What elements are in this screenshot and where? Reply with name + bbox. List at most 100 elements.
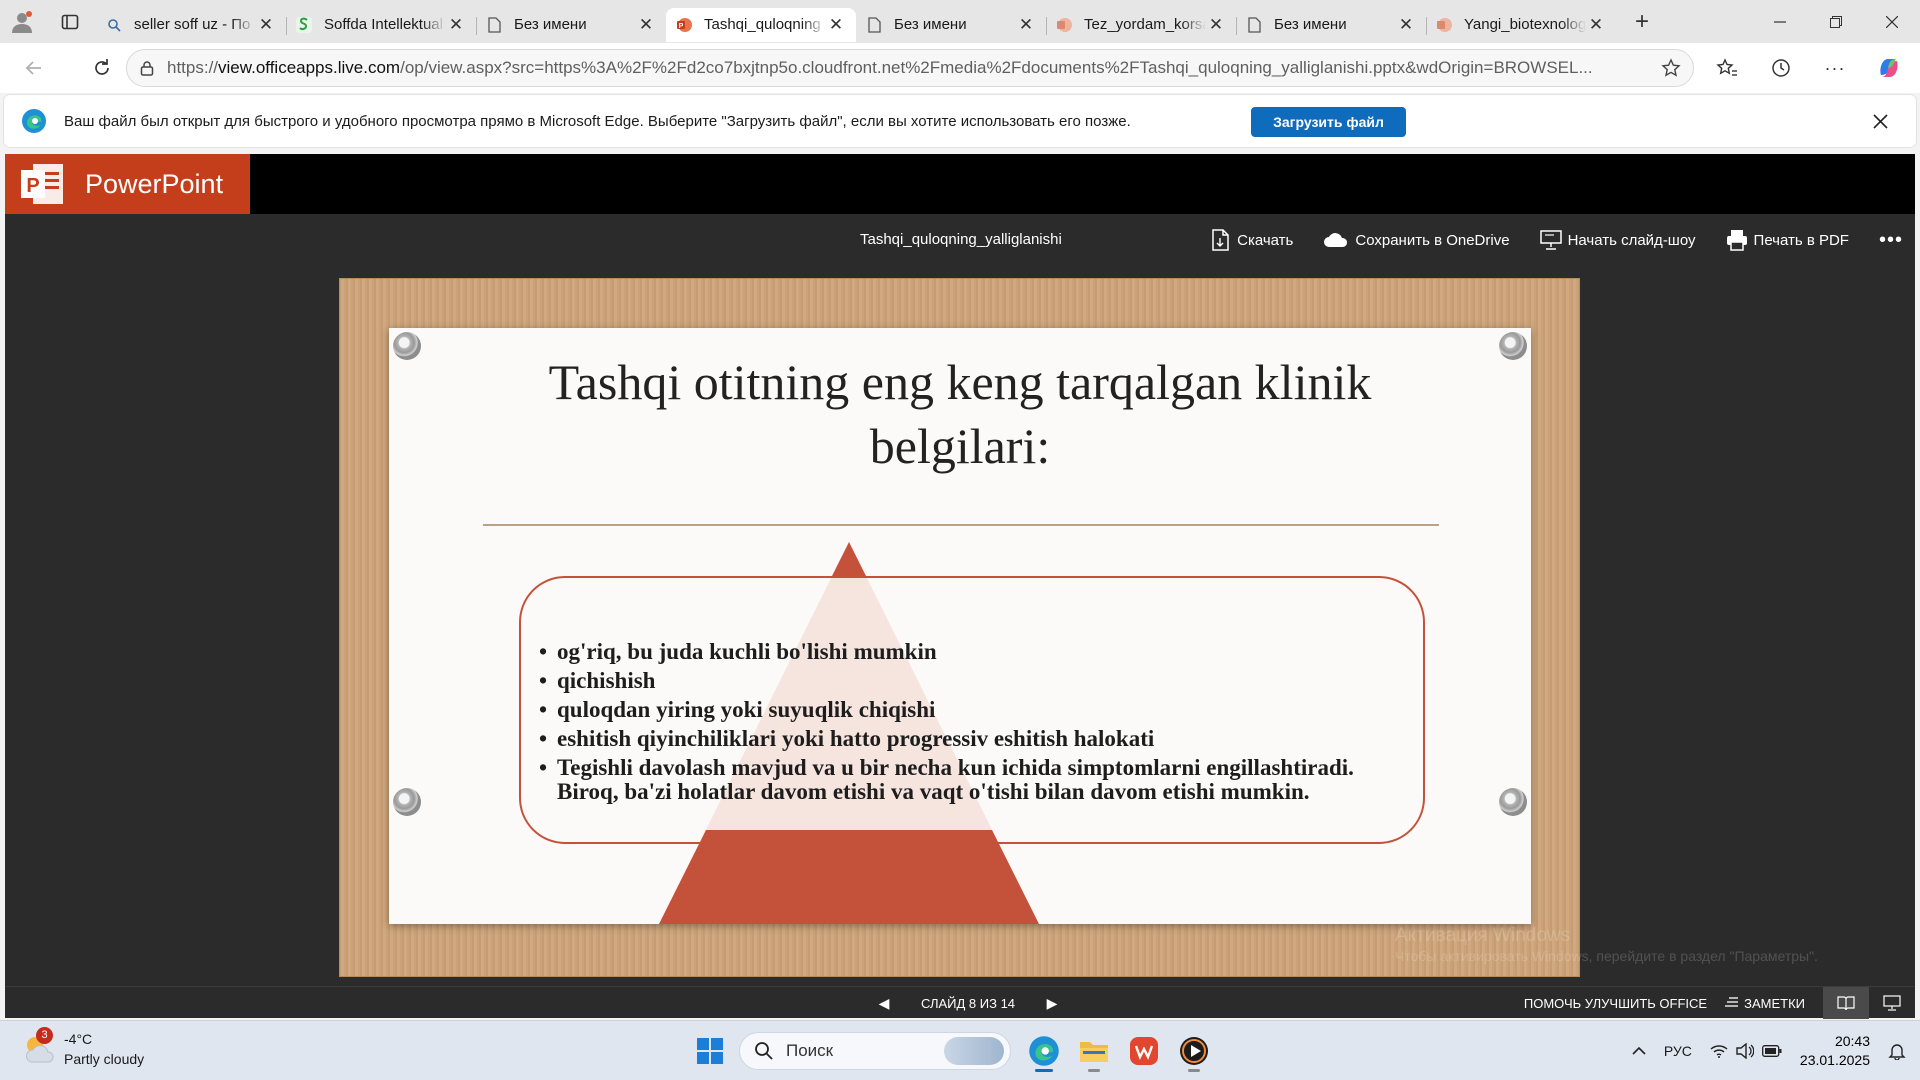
close-tab-icon[interactable]: ✕: [1016, 15, 1036, 35]
taskbar-media-player[interactable]: [1169, 1029, 1219, 1073]
show-hidden-icons-chevron[interactable]: [1632, 1046, 1646, 1056]
clock-time: 20:43: [1834, 1033, 1870, 1049]
browser-tab[interactable]: Yangi_biotexnolog ✕: [1426, 8, 1616, 42]
reading-view-button[interactable]: [1823, 987, 1869, 1019]
download-action[interactable]: Скачать: [1211, 229, 1293, 251]
input-language[interactable]: РУС: [1664, 1043, 1692, 1059]
weather-widget[interactable]: 3 -4°C Partly cloudy: [22, 1027, 145, 1069]
bullet-item: quloqdan yiring yoki suyuqlik chiqishi: [539, 698, 1419, 723]
more-options-icon[interactable]: •••: [1879, 229, 1903, 252]
minimize-icon: [1774, 20, 1786, 23]
temperature: -4°C: [64, 1031, 93, 1047]
document-title: Tashqi_quloqning_yalliglanishi: [860, 231, 1062, 248]
search-icon: [106, 17, 122, 33]
close-tab-icon[interactable]: ✕: [446, 15, 466, 35]
notes-label: ЗАМЕТКИ: [1744, 995, 1805, 1011]
more-dots-icon: ···: [1824, 57, 1846, 78]
close-infobar-button[interactable]: [1866, 107, 1894, 135]
close-tab-icon[interactable]: ✕: [1586, 15, 1606, 35]
favorites-button[interactable]: [1700, 48, 1754, 88]
app-name: PowerPoint: [85, 168, 224, 199]
url-path: /op/view.aspx?src=https%3A%2F%2Fd2co7bxj…: [400, 58, 1593, 77]
browser-tab[interactable]: Без имени ✕: [476, 8, 666, 42]
history-button[interactable]: [1754, 48, 1808, 88]
browser-tab[interactable]: Soffda Intellektual ✕: [286, 8, 476, 42]
watermark-title: Активация Windows: [1395, 925, 1571, 946]
volume-icon[interactable]: [1736, 1043, 1754, 1059]
ppt-brand[interactable]: P PowerPoint: [5, 154, 250, 214]
download-document-icon: [1212, 229, 1229, 251]
help-improve-office-link[interactable]: ПОМОЧЬ УЛУЧШИТЬ OFFICE: [1524, 996, 1707, 1011]
copilot-button[interactable]: [1862, 48, 1916, 88]
minimize-button[interactable]: [1752, 0, 1808, 43]
browser-tab-strip: seller soff uz - По ✕ Soffda Intellektua…: [0, 0, 1920, 43]
close-tab-icon[interactable]: ✕: [256, 15, 276, 35]
taskbar-edge[interactable]: [1019, 1029, 1069, 1073]
tab-title: Без имени: [1274, 16, 1347, 33]
close-tab-icon[interactable]: ✕: [826, 15, 846, 35]
close-icon: [1886, 15, 1898, 28]
tab-title: Tez_yordam_korsa: [1084, 16, 1206, 33]
next-slide-icon[interactable]: ▶: [1039, 995, 1065, 1012]
copilot-icon: [1880, 59, 1898, 77]
lock-icon[interactable]: [127, 60, 167, 76]
download-file-button[interactable]: Загрузить файл: [1251, 107, 1406, 137]
close-window-button[interactable]: [1864, 0, 1920, 43]
search-icon: [755, 1042, 773, 1060]
battery-icon[interactable]: [1761, 1045, 1782, 1057]
plus-icon: +: [1634, 7, 1649, 35]
clock[interactable]: 20:43 23.01.2025: [1800, 1032, 1870, 1070]
close-tab-icon[interactable]: ✕: [636, 15, 656, 35]
favorite-star-icon[interactable]: [1649, 58, 1693, 78]
onedrive-cloud-icon: [1324, 233, 1348, 247]
wifi-icon[interactable]: [1710, 1044, 1728, 1058]
taskbar-search[interactable]: Поиск: [739, 1032, 1011, 1070]
ppt-status-bar: ◀ СЛАЙД 8 ИЗ 14 ▶ ПОМОЧЬ УЛУЧШИТЬ OFFICE…: [5, 986, 1915, 1019]
pushpin-icon: [393, 788, 421, 816]
previous-slide-icon[interactable]: ◀: [871, 995, 897, 1012]
taskbar-wps-office[interactable]: [1119, 1029, 1169, 1073]
address-bar[interactable]: https://view.officeapps.live.com/op/view…: [126, 49, 1694, 87]
weather-description: Partly cloudy: [64, 1051, 145, 1067]
notifications-bell-icon[interactable]: [1888, 1042, 1906, 1060]
back-button[interactable]: [12, 48, 56, 88]
windows-taskbar: 3 -4°C Partly cloudy Поиск РУС 20:43 23.…: [0, 1020, 1920, 1080]
start-slideshow-action[interactable]: Начать слайд-шоу: [1539, 229, 1696, 251]
tab-actions-button[interactable]: [44, 0, 96, 43]
blank-page-icon: [486, 16, 502, 33]
slide-canvas: Tashqi otitning eng keng tarqalgan klini…: [339, 278, 1580, 977]
restore-button[interactable]: [1808, 0, 1864, 43]
onedrive-label: Сохранить в OneDrive: [1355, 231, 1510, 249]
browser-tab[interactable]: seller soff uz - По ✕: [96, 8, 286, 42]
new-tab-button[interactable]: +: [1616, 0, 1668, 43]
refresh-button[interactable]: [80, 48, 124, 88]
slide-navigation: ◀ СЛАЙД 8 ИЗ 14 ▶: [871, 987, 1065, 1019]
profile-button[interactable]: [0, 0, 44, 43]
print-pdf-action[interactable]: Печать в PDF: [1726, 229, 1849, 251]
taskbar-apps: Поиск: [685, 1029, 1219, 1073]
bullet-item: eshitish qiyinchiliklari yoki hatto prog…: [539, 727, 1419, 752]
close-tab-icon[interactable]: ✕: [1396, 15, 1416, 35]
folder-icon: [1080, 1042, 1108, 1062]
save-to-onedrive-action[interactable]: Сохранить в OneDrive: [1323, 231, 1510, 249]
wps-office-icon: [1130, 1037, 1158, 1065]
browser-tab[interactable]: Без имени ✕: [856, 8, 1046, 42]
notes-button[interactable]: ЗАМЕТКИ: [1725, 996, 1805, 1011]
start-button[interactable]: [685, 1029, 735, 1073]
slideshow-view-button[interactable]: [1869, 987, 1915, 1019]
powerpoint-icon: [1056, 17, 1072, 33]
slide-counter: СЛАЙД 8 ИЗ 14: [921, 995, 1016, 1011]
powerpoint-icon: P: [676, 17, 692, 33]
settings-more-button[interactable]: ···: [1808, 48, 1862, 88]
pushpin-icon: [1499, 788, 1527, 816]
tab-actions-icon: [61, 14, 79, 29]
browser-tab[interactable]: Без имени ✕: [1236, 8, 1426, 42]
pushpin-icon: [393, 332, 421, 360]
browser-tab[interactable]: Tez_yordam_korsa ✕: [1046, 8, 1236, 42]
pushpin-icon: [1499, 332, 1527, 360]
ppt-actions: Скачать Сохранить в OneDrive Начать слай…: [1181, 214, 1907, 266]
taskbar-file-explorer[interactable]: [1069, 1029, 1119, 1073]
browser-tab-active[interactable]: P Tashqi_quloqning ✕: [666, 7, 856, 42]
status-right: ПОМОЧЬ УЛУЧШИТЬ OFFICE ЗАМЕТКИ: [1524, 987, 1915, 1019]
close-tab-icon[interactable]: ✕: [1206, 15, 1226, 35]
